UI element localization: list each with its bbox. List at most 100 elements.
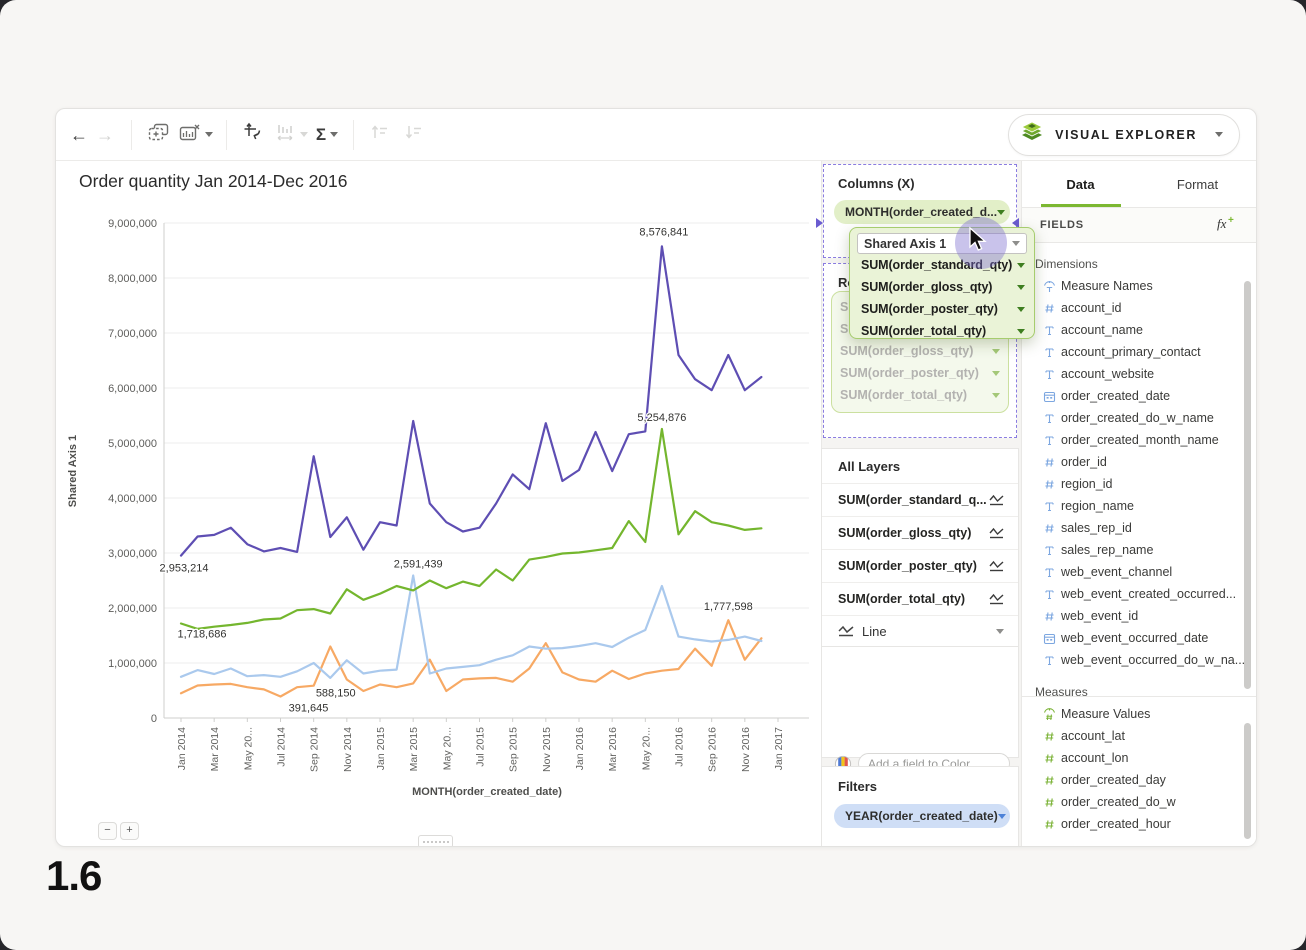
resize-handle[interactable] [418, 835, 453, 847]
measures-scrollbar[interactable] [1244, 723, 1251, 839]
add-calculated-field-button[interactable]: fx+ [1216, 215, 1236, 236]
field-item[interactable]: order_created_hour [1022, 813, 1256, 835]
field-item[interactable]: order_created_do_w [1022, 791, 1256, 813]
caret-icon [996, 629, 1004, 634]
back-icon: ← [70, 126, 88, 144]
text-icon [1042, 346, 1056, 359]
field-item[interactable]: account_name [1022, 319, 1256, 341]
field-item[interactable]: account_id [1022, 297, 1256, 319]
zoom-in-button[interactable]: + [120, 822, 139, 840]
field-item[interactable]: web_event_channel [1022, 561, 1256, 583]
svg-text:Jan 2017: Jan 2017 [773, 727, 785, 770]
field-item[interactable]: account_lon [1022, 747, 1256, 769]
dimensions-scrollbar[interactable] [1244, 281, 1251, 689]
field-label: web_event_channel [1061, 565, 1172, 579]
svg-text:8,000,000: 8,000,000 [108, 273, 157, 285]
columns-field-pill[interactable]: MONTH(order_created_d... [834, 200, 1010, 224]
filter-field-pill[interactable]: YEAR(order_created_date) [834, 804, 1010, 828]
remove-chart-caret-icon [205, 132, 213, 137]
field-item[interactable]: web_event_occurred_do_w_na... [1022, 649, 1256, 671]
svg-text:Mar 2016: Mar 2016 [607, 727, 619, 772]
field-label: order_created_hour [1061, 817, 1171, 831]
layer-row[interactable]: SUM(order_poster_qty) [822, 550, 1018, 583]
overlay-field-pill[interactable]: SUM(order_gloss_qty) [857, 276, 1027, 298]
svg-text:Nov 2016: Nov 2016 [740, 727, 752, 772]
layers-panel: All Layers SUM(order_standard_q...SUM(or… [821, 448, 1019, 758]
line-mark-icon [989, 560, 1004, 572]
overlay-field-pill[interactable]: SUM(order_standard_qty) [857, 254, 1027, 276]
toolbar-separator [226, 120, 227, 150]
field-label: account_lat [1061, 729, 1125, 743]
swap-axes-button[interactable] [240, 118, 266, 152]
remove-chart-button[interactable] [179, 118, 213, 152]
series-poster [181, 620, 761, 696]
field-item[interactable]: Measure Names [1022, 275, 1256, 297]
layers-panel-title: All Layers [822, 449, 1018, 484]
tab-format[interactable]: Format [1139, 161, 1256, 207]
pill-caret-icon[interactable] [998, 814, 1006, 819]
layer-row[interactable]: SUM(order_total_qty) [822, 583, 1018, 616]
caret-icon [1017, 329, 1025, 334]
field-item[interactable]: order_created_date [1022, 385, 1256, 407]
duplicate-chart-button[interactable] [145, 118, 171, 152]
svg-text:Mar 2015: Mar 2015 [408, 727, 420, 772]
field-item[interactable]: order_id [1022, 451, 1256, 473]
svg-text:2,591,439: 2,591,439 [394, 559, 443, 571]
number-green-icon [1042, 752, 1056, 765]
overlay-field-pill[interactable]: SUM(order_poster_qty) [857, 298, 1027, 320]
layer-row[interactable]: SUM(order_gloss_qty) [822, 517, 1018, 550]
field-item[interactable]: web_event_occurred_date [1022, 627, 1256, 649]
aggregate-button[interactable]: Σ [314, 118, 340, 152]
visual-explorer-menu-button[interactable]: VISUAL EXPLORER [1008, 114, 1240, 156]
text-icon [1042, 566, 1056, 579]
filters-panel-title: Filters [838, 779, 1018, 794]
layer-row[interactable]: SUM(order_standard_q... [822, 484, 1018, 517]
field-item[interactable]: sales_rep_name [1022, 539, 1256, 561]
field-item[interactable]: order_created_do_w_name [1022, 407, 1256, 429]
field-item[interactable]: order_created_day [1022, 769, 1256, 791]
field-item[interactable]: account_lat [1022, 725, 1256, 747]
svg-text:588,150: 588,150 [316, 688, 356, 700]
page-label: 1.6 [46, 852, 101, 900]
field-label: sales_rep_name [1061, 543, 1153, 557]
field-item[interactable]: region_name [1022, 495, 1256, 517]
field-item[interactable]: account_website [1022, 363, 1256, 385]
svg-text:+: + [1228, 215, 1234, 226]
field-label: order_created_do_w [1061, 795, 1176, 809]
field-item[interactable]: web_event_created_occurred... [1022, 583, 1256, 605]
drag-overlay-header[interactable]: Shared Axis 1 [857, 233, 1027, 254]
row-field-pill-ghost: SUM(order_total_qty) [840, 384, 1000, 406]
line-mark-icon [838, 625, 854, 637]
svg-text:9,000,000: 9,000,000 [108, 218, 157, 230]
svg-text:2,000,000: 2,000,000 [108, 603, 157, 615]
tab-data[interactable]: Data [1022, 161, 1139, 207]
field-item[interactable]: Measure Values [1022, 703, 1256, 725]
measures-list: Measure Valuesaccount_lataccount_lonorde… [1022, 703, 1256, 835]
field-item[interactable]: order_created_month_name [1022, 429, 1256, 451]
mark-type-select[interactable]: Line [822, 616, 1018, 647]
svg-text:Jan 2016: Jan 2016 [574, 727, 586, 770]
svg-text:Jul 2016: Jul 2016 [674, 727, 686, 767]
date-icon [1042, 390, 1056, 403]
back-button[interactable]: ← [66, 118, 92, 152]
number-icon [1042, 456, 1056, 469]
zoom-out-button[interactable]: − [98, 822, 117, 840]
field-label: account_website [1061, 367, 1154, 381]
svg-text:1,000,000: 1,000,000 [108, 658, 157, 670]
field-item[interactable]: web_event_id [1022, 605, 1256, 627]
toolbar: ← → [56, 109, 1256, 161]
field-label: order_created_do_w_name [1061, 411, 1214, 425]
number-icon [1042, 302, 1056, 315]
number-green-icon [1042, 774, 1056, 787]
field-item[interactable]: region_id [1022, 473, 1256, 495]
field-item[interactable]: sales_rep_id [1022, 517, 1256, 539]
svg-text:3,000,000: 3,000,000 [108, 548, 157, 560]
svg-text:6,000,000: 6,000,000 [108, 383, 157, 395]
overlay-field-pill[interactable]: SUM(order_total_qty) [857, 320, 1027, 342]
number-icon [1042, 478, 1056, 491]
sort-ascending-icon [369, 123, 391, 146]
field-item[interactable]: account_primary_contact [1022, 341, 1256, 363]
caret-icon [1012, 241, 1020, 246]
svg-text:Jan 2015: Jan 2015 [375, 727, 387, 770]
pill-caret-icon[interactable] [997, 210, 1005, 215]
